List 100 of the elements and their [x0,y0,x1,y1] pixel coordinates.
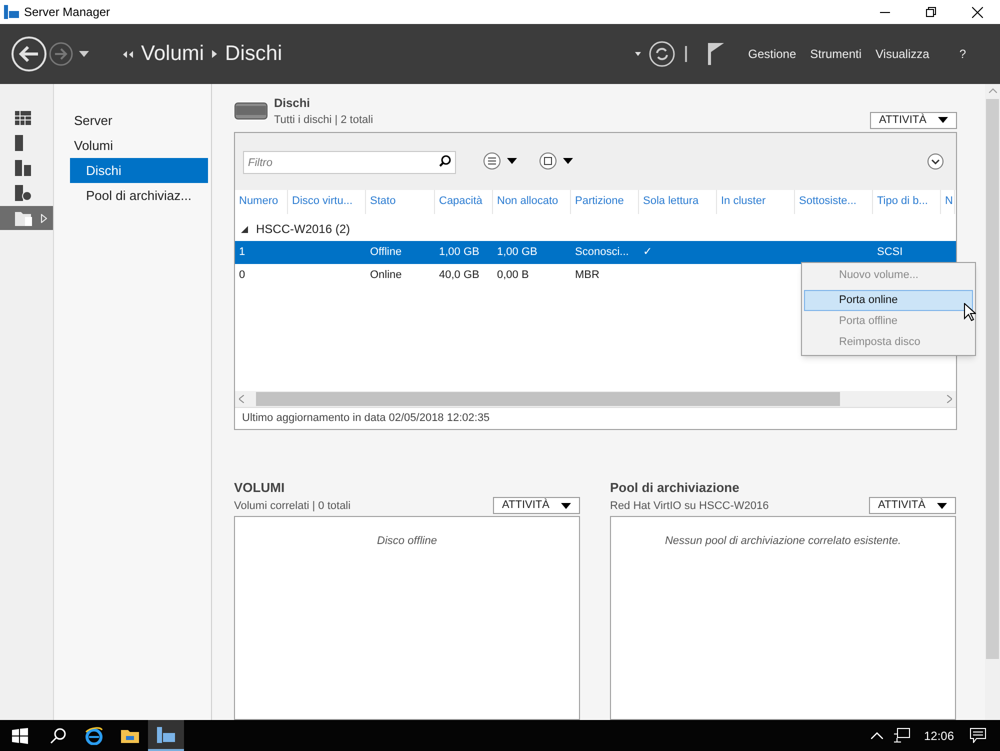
double-arrow-icon [123,50,133,58]
nav-item[interactable]: Volumi [70,133,208,158]
empty-message: Disco offline [377,534,437,549]
tasks-button[interactable]: ATTIVITÀ [493,497,580,514]
caret-icon [79,51,89,57]
filter-field[interactable]: Filtro [243,151,456,174]
menu-item[interactable]: Porta online [804,290,973,311]
forward-button[interactable] [49,42,73,66]
table-cell: ✓ [643,246,652,258]
column-header[interactable]: Partizione [571,190,639,214]
column-header[interactable]: Stato [366,190,435,214]
caret-icon [563,158,573,164]
save-icon [539,152,557,170]
chevron-down-icon [927,152,944,170]
panel-title: Pool di archiviazione [610,479,740,497]
sidebar-icon-tab[interactable] [0,206,53,230]
restore-icon [926,7,936,17]
clock[interactable]: 12:06 [924,726,954,744]
list-icon [483,152,501,170]
table-cell: Sconosci... [575,246,629,258]
horizontal-scrollbar[interactable] [235,391,956,407]
nav-item[interactable]: Pool di archiviaz... [70,183,208,208]
back-icon [11,36,47,72]
app-icon [4,5,19,19]
flag-icon [707,43,724,65]
table-row[interactable]: 1 Offline 1,00 GB 1,00 GB Sconosci... ✓ SCSI [235,240,956,264]
scroll-left-icon [239,395,244,403]
column-header[interactable]: Non allocato [493,190,571,214]
column-header[interactable]: Sottosiste... [795,190,873,214]
table-cell: 1,00 GB [497,246,538,258]
chevron-icon [212,50,218,58]
column-header[interactable]: Numero [235,190,288,214]
expand-button[interactable] [927,152,944,170]
server-icon [15,135,23,151]
menu-item[interactable]: Visualizza [876,45,930,63]
file-server-icon [15,185,31,201]
close-icon [972,6,982,18]
table-cell: 40,0 GB [439,268,480,281]
table-cell: Offline [370,246,402,258]
last-updated-text: Ultimo aggiornamento in data 02/05/2018 12:02:35 [242,411,490,426]
column-header[interactable]: Sola lettura [639,190,717,214]
menu-item[interactable]: Strumenti [810,45,862,63]
empty-message: Nessun pool di archiviazione correlato esistente. [664,534,902,549]
search-icon [50,728,66,744]
folder-icon [121,728,139,742]
notifications-button[interactable] [970,728,986,743]
panel-title: VOLUMI [234,479,286,497]
caret-icon [507,158,517,164]
view-options-button[interactable] [483,152,517,170]
scroll-right-icon [947,395,952,403]
table-cell: 0 [239,268,246,281]
search-icon [439,154,451,166]
refresh-button[interactable] [649,41,676,67]
tasks-button[interactable]: ATTIVITÀ [869,497,956,514]
mouse-cursor-icon [964,303,976,321]
notifications-button[interactable] [707,43,724,65]
caret-icon [635,52,642,56]
back-button[interactable] [11,36,47,72]
expand-icon [41,214,47,222]
caret-icon [937,502,947,508]
browser-icon [85,726,103,744]
menu-item[interactable]: ? [959,45,966,63]
servers-icon [15,160,31,176]
breadcrumb-item[interactable]: Dischi [225,38,282,70]
server-manager-icon [157,726,175,742]
save-query-button[interactable] [539,152,573,170]
forward-icon [49,42,73,66]
tasks-button[interactable]: ATTIVITÀ [870,112,957,128]
chevron-up-icon[interactable] [870,732,883,739]
panel-title: Dischi [274,95,312,112]
column-header[interactable]: Tipo di b... [873,190,941,214]
refresh-icon [649,41,676,67]
server-manager-taskbar-button[interactable] [148,720,184,751]
table-cell: Online [370,268,402,281]
storage-icon [15,210,33,226]
table-cell: 0,00 B [497,268,529,281]
table-cell: 1 [239,246,246,258]
windows-icon [12,728,28,744]
caret-icon [561,502,571,508]
breadcrumb-item[interactable]: Volumi [141,38,204,70]
caret-icon [938,117,948,123]
group-header[interactable]: HSCC-W2016 (2) [256,220,350,238]
grid-icon [15,111,31,125]
panel-subtitle: Red Hat VirtIO su HSCC-W2016 [610,498,769,514]
column-header[interactable]: Capacità [435,190,493,214]
panel-subtitle: Volumi correlati | 0 totali [234,498,351,514]
vertical-scrollbar[interactable] [985,84,1000,720]
message-icon [970,728,986,743]
nav-item[interactable]: Dischi [70,158,208,183]
network-icon[interactable] [892,728,910,743]
table-cell: SCSI [877,246,903,258]
menu-item[interactable]: Gestione [748,45,796,63]
column-header[interactable]: In cluster [717,190,795,214]
column-header[interactable]: Disco virtu... [288,190,366,214]
column-header[interactable]: N [941,190,955,214]
table-cell: 1,00 GB [439,246,480,258]
panel-subtitle: Tutti i dischi | 2 totali [274,113,374,128]
table-cell: MBR [575,268,600,281]
nav-item[interactable]: Server [70,108,208,133]
scroll-up-icon [988,88,996,93]
